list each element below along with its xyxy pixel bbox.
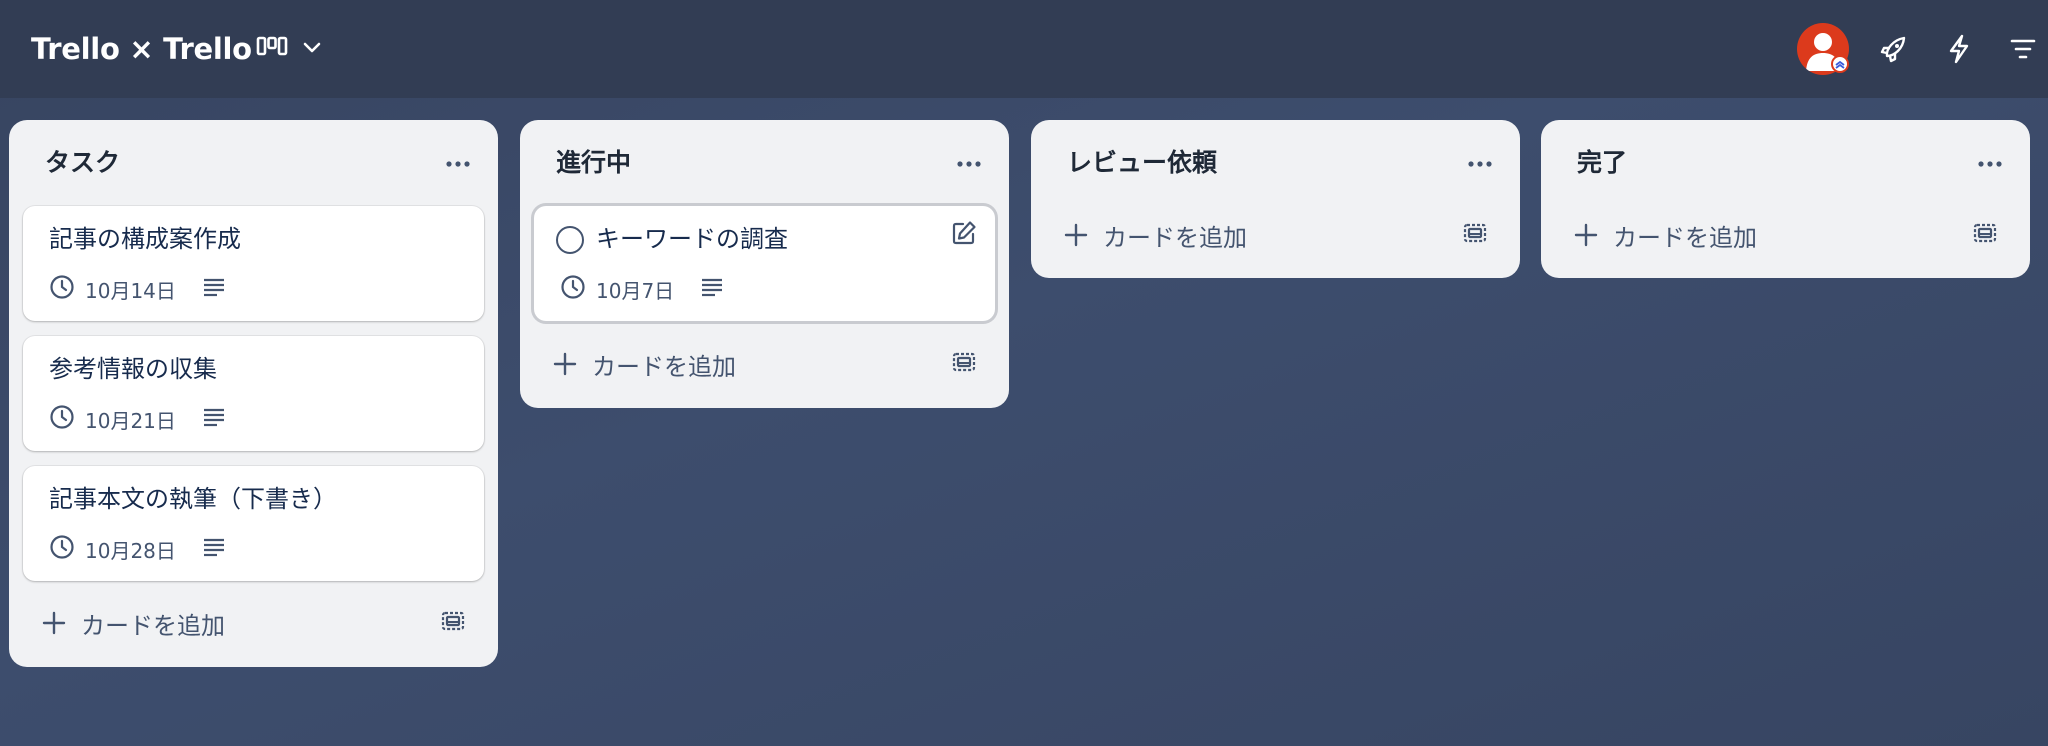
card-title: 参考情報の収集 bbox=[49, 355, 217, 383]
more-icon bbox=[956, 153, 982, 172]
list-done: 完了 カードを追加 bbox=[1541, 120, 2030, 278]
list-title[interactable]: 進行中 bbox=[556, 147, 631, 179]
more-icon bbox=[1977, 153, 2003, 172]
list-review-request: レビュー依頼 カードを追加 bbox=[1031, 120, 1520, 278]
edit-icon bbox=[950, 219, 978, 251]
card-template-button[interactable] bbox=[1458, 218, 1492, 252]
description-icon bbox=[202, 277, 226, 302]
list-header: レビュー依頼 bbox=[1031, 120, 1520, 202]
clock-icon bbox=[49, 274, 75, 305]
due-date: 10月21日 bbox=[85, 408, 176, 433]
template-icon bbox=[1462, 220, 1488, 250]
complete-checkbox[interactable] bbox=[556, 226, 584, 254]
due-date: 10月28日 bbox=[85, 538, 176, 563]
board-header: Trello × Trello bbox=[0, 0, 2048, 98]
board-title[interactable]: Trello × Trello bbox=[31, 30, 252, 68]
description-icon bbox=[202, 537, 226, 562]
edit-card-button[interactable] bbox=[947, 218, 981, 252]
list-menu-button[interactable] bbox=[947, 140, 991, 184]
description-icon bbox=[700, 277, 724, 302]
card-meta: 10月21日 bbox=[49, 404, 226, 434]
due-date: 10月14日 bbox=[85, 278, 176, 303]
card-title: 記事本文の執筆（下書き） bbox=[49, 485, 337, 513]
card-title: 記事の構成案作成 bbox=[49, 225, 241, 253]
list-header: 進行中 bbox=[520, 120, 1009, 202]
clock-icon bbox=[49, 534, 75, 565]
list-title[interactable]: レビュー依頼 bbox=[1067, 147, 1217, 179]
description-icon bbox=[202, 407, 226, 432]
list-menu-button[interactable] bbox=[436, 140, 480, 184]
list-header: タスク bbox=[9, 120, 498, 202]
plus-icon bbox=[1573, 222, 1599, 248]
plus-icon bbox=[1063, 222, 1089, 248]
card[interactable]: 参考情報の収集 10月21日 bbox=[23, 336, 484, 451]
add-card-label: カードを追加 bbox=[1613, 223, 1757, 252]
add-card-label: カードを追加 bbox=[592, 352, 736, 381]
more-icon bbox=[1467, 153, 1493, 172]
add-card-button[interactable]: カードを追加 bbox=[1045, 211, 1506, 259]
clock-icon bbox=[49, 404, 75, 435]
card[interactable]: 記事の構成案作成 10月14日 bbox=[23, 206, 484, 321]
board-view-icon bbox=[256, 35, 288, 63]
card-meta: 10月28日 bbox=[49, 534, 226, 564]
list-menu-button[interactable] bbox=[1458, 140, 1502, 184]
card-template-button[interactable] bbox=[947, 347, 981, 381]
plus-icon bbox=[41, 610, 67, 636]
clock-icon bbox=[560, 274, 586, 305]
add-card-label: カードを追加 bbox=[1103, 223, 1247, 252]
card-meta: 10月14日 bbox=[49, 274, 226, 304]
add-card-label: カードを追加 bbox=[81, 611, 225, 640]
more-icon bbox=[445, 153, 471, 172]
card-meta: 10月7日 bbox=[560, 274, 724, 304]
template-icon bbox=[1972, 220, 1998, 250]
add-card-button[interactable]: カードを追加 bbox=[23, 599, 484, 647]
template-icon bbox=[440, 608, 466, 638]
lightning-icon[interactable] bbox=[1937, 27, 1981, 71]
card[interactable]: キーワードの調査 10月7日 bbox=[534, 206, 995, 321]
add-card-button[interactable]: カードを追加 bbox=[534, 340, 995, 388]
card-template-button[interactable] bbox=[436, 606, 470, 640]
list-menu-button[interactable] bbox=[1968, 140, 2012, 184]
list-tasks: タスク 記事の構成案作成 10月14日 参考情報の収集 10月21日 記事本文の… bbox=[9, 120, 498, 667]
list-title[interactable]: タスク bbox=[45, 147, 120, 179]
filter-icon[interactable] bbox=[2001, 27, 2045, 71]
admin-badge-icon bbox=[1831, 55, 1849, 73]
card-template-button[interactable] bbox=[1968, 218, 2002, 252]
plus-icon bbox=[552, 351, 578, 377]
list-in-progress: 進行中 キーワードの調査 10月7日 カードを追加 bbox=[520, 120, 1009, 408]
due-date: 10月7日 bbox=[596, 278, 675, 303]
card-title: キーワードの調査 bbox=[596, 225, 788, 253]
rocket-icon[interactable] bbox=[1872, 27, 1916, 71]
list-title[interactable]: 完了 bbox=[1577, 147, 1627, 179]
chevron-down-icon bbox=[300, 35, 324, 63]
list-header: 完了 bbox=[1541, 120, 2030, 202]
card[interactable]: 記事本文の執筆（下書き） 10月28日 bbox=[23, 466, 484, 581]
view-switcher-button[interactable] bbox=[256, 28, 332, 70]
add-card-button[interactable]: カードを追加 bbox=[1555, 211, 2016, 259]
template-icon bbox=[951, 349, 977, 379]
